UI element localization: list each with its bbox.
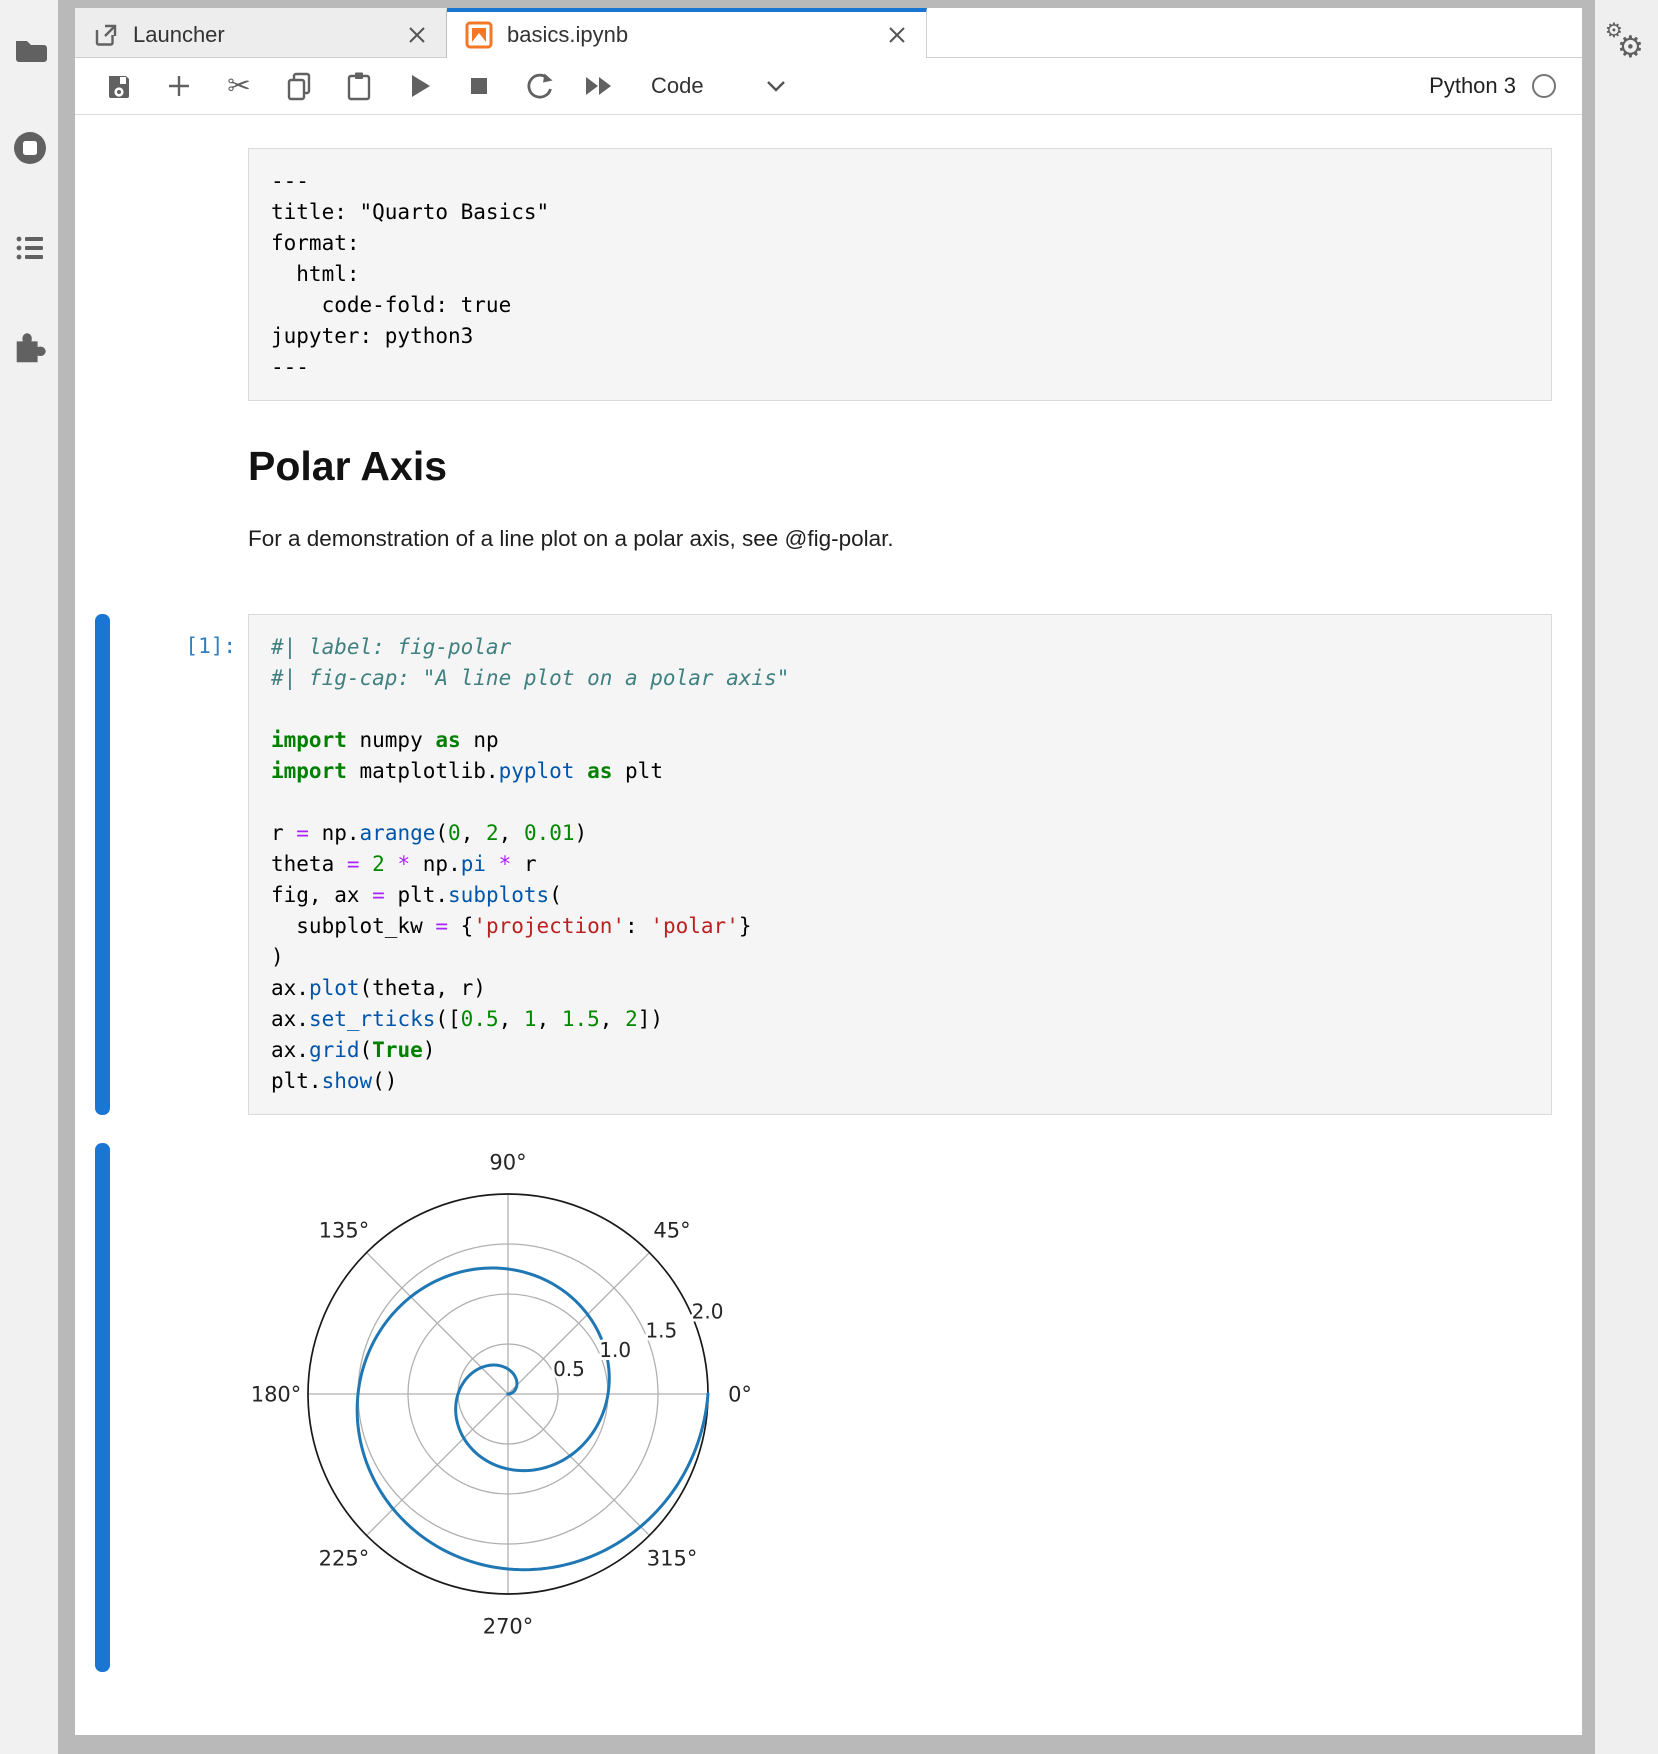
code-editor[interactable]: #| label: fig-polar#| fig-cap: "A line p… [248, 614, 1552, 1115]
yaml-text: --- title: "Quarto Basics" format: html:… [271, 166, 1529, 383]
notebook-icon [465, 21, 493, 49]
output-cell: 0° 45° 90° 135° 180° 225° 270° 315° 0.5 1.0 1.5 2.0 [75, 1143, 1582, 1672]
tab-label: basics.ipynb [507, 22, 628, 48]
markdown-paragraph-cell: For a demonstration of a line plot on a … [75, 526, 1582, 552]
run-cell-button[interactable] [401, 68, 437, 104]
svg-text:315°: 315° [647, 1547, 698, 1571]
file-browser-icon[interactable] [10, 30, 50, 70]
tab-label: Launcher [133, 22, 225, 48]
cell-collapser [95, 148, 110, 401]
restart-kernel-button[interactable] [521, 68, 557, 104]
svg-text:1.5: 1.5 [645, 1319, 677, 1343]
kernel-name[interactable]: Python 3 [1429, 73, 1516, 99]
svg-text:225°: 225° [319, 1547, 370, 1571]
polar-plot-figure: 0° 45° 90° 135° 180° 225° 270° 315° 0.5 1.0 1.5 2.0 [248, 1147, 1582, 1672]
tab-launcher[interactable]: Launcher [75, 8, 447, 57]
notebook-scroll-area: --- title: "Quarto Basics" format: html:… [75, 115, 1582, 1735]
folder-icon [12, 32, 48, 68]
puzzle-icon [11, 329, 49, 367]
left-activity-bar [0, 0, 58, 1754]
markdown-heading-cell: Polar Axis [75, 443, 1582, 490]
svg-text:0.5: 0.5 [553, 1357, 585, 1381]
play-icon [403, 70, 435, 102]
svg-text:0°: 0° [728, 1383, 752, 1407]
tab-basics-ipynb[interactable]: basics.ipynb [447, 8, 927, 58]
output-collapser[interactable] [95, 1143, 110, 1672]
interrupt-kernel-button[interactable] [461, 68, 497, 104]
close-tab-icon[interactable] [886, 24, 908, 46]
cell-collapser [95, 526, 110, 552]
svg-text:1.0: 1.0 [599, 1338, 631, 1362]
cell-prompt [110, 526, 248, 552]
svg-text:270°: 270° [483, 1615, 534, 1639]
copy-cells-button[interactable] [281, 68, 317, 104]
plus-icon [164, 71, 194, 101]
paste-cells-button[interactable] [341, 68, 377, 104]
main-dock-panel: Launcher basics.ipynb [75, 8, 1582, 1735]
fast-forward-icon [582, 70, 616, 102]
cut-cells-button[interactable]: ✂ [221, 68, 257, 104]
clipboard-icon [343, 70, 375, 102]
stop-circle-icon [11, 129, 49, 167]
yaml-cell-editor[interactable]: --- title: "Quarto Basics" format: html:… [248, 148, 1552, 401]
save-icon [103, 70, 135, 102]
settings-gears-icon[interactable]: ⚙ ⚙ [1603, 18, 1651, 66]
cell-type-select[interactable]: Code [651, 73, 786, 99]
cell-prompt [110, 443, 248, 490]
table-of-contents-icon[interactable] [10, 228, 50, 268]
cell-collapser [95, 443, 110, 490]
save-button[interactable] [101, 68, 137, 104]
input-collapser[interactable] [95, 614, 110, 1115]
refresh-icon [523, 70, 555, 102]
code-cell: [1]: #| label: fig-polar#| fig-cap: "A l… [75, 614, 1582, 1115]
scissors-icon: ✂ [227, 72, 250, 100]
restart-run-all-button[interactable] [581, 68, 617, 104]
svg-text:90°: 90° [489, 1151, 526, 1175]
stop-icon [463, 70, 495, 102]
chevron-down-icon [766, 80, 786, 92]
launcher-icon [93, 22, 119, 48]
extension-manager-icon[interactable] [10, 328, 50, 368]
right-sidebar-strip: ⚙ ⚙ [1595, 0, 1658, 1754]
insert-cell-button[interactable] [161, 68, 197, 104]
svg-text:135°: 135° [319, 1219, 370, 1243]
execution-count-prompt: [1]: [110, 614, 248, 1115]
svg-text:180°: 180° [251, 1383, 302, 1407]
large-gear-icon: ⚙ [1617, 30, 1644, 65]
list-icon [12, 230, 48, 266]
cell-prompt [110, 148, 248, 401]
output-area: 0° 45° 90° 135° 180° 225° 270° 315° 0.5 1.0 1.5 2.0 [248, 1143, 1582, 1672]
cell-type-value: Code [651, 73, 704, 99]
section-heading: Polar Axis [248, 443, 1552, 490]
yaml-raw-cell: --- title: "Quarto Basics" format: html:… [75, 148, 1582, 401]
notebook-toolbar: ✂ [75, 58, 1582, 115]
kernel-status-icon[interactable] [1532, 74, 1556, 98]
output-prompt [110, 1143, 248, 1672]
svg-text:2.0: 2.0 [692, 1300, 724, 1324]
tab-bar: Launcher basics.ipynb [75, 8, 1582, 58]
running-kernels-icon[interactable] [10, 128, 50, 168]
svg-text:45°: 45° [653, 1219, 690, 1243]
paragraph-text: For a demonstration of a line plot on a … [248, 526, 1552, 552]
close-tab-icon[interactable] [406, 24, 428, 46]
copy-icon [283, 70, 315, 102]
